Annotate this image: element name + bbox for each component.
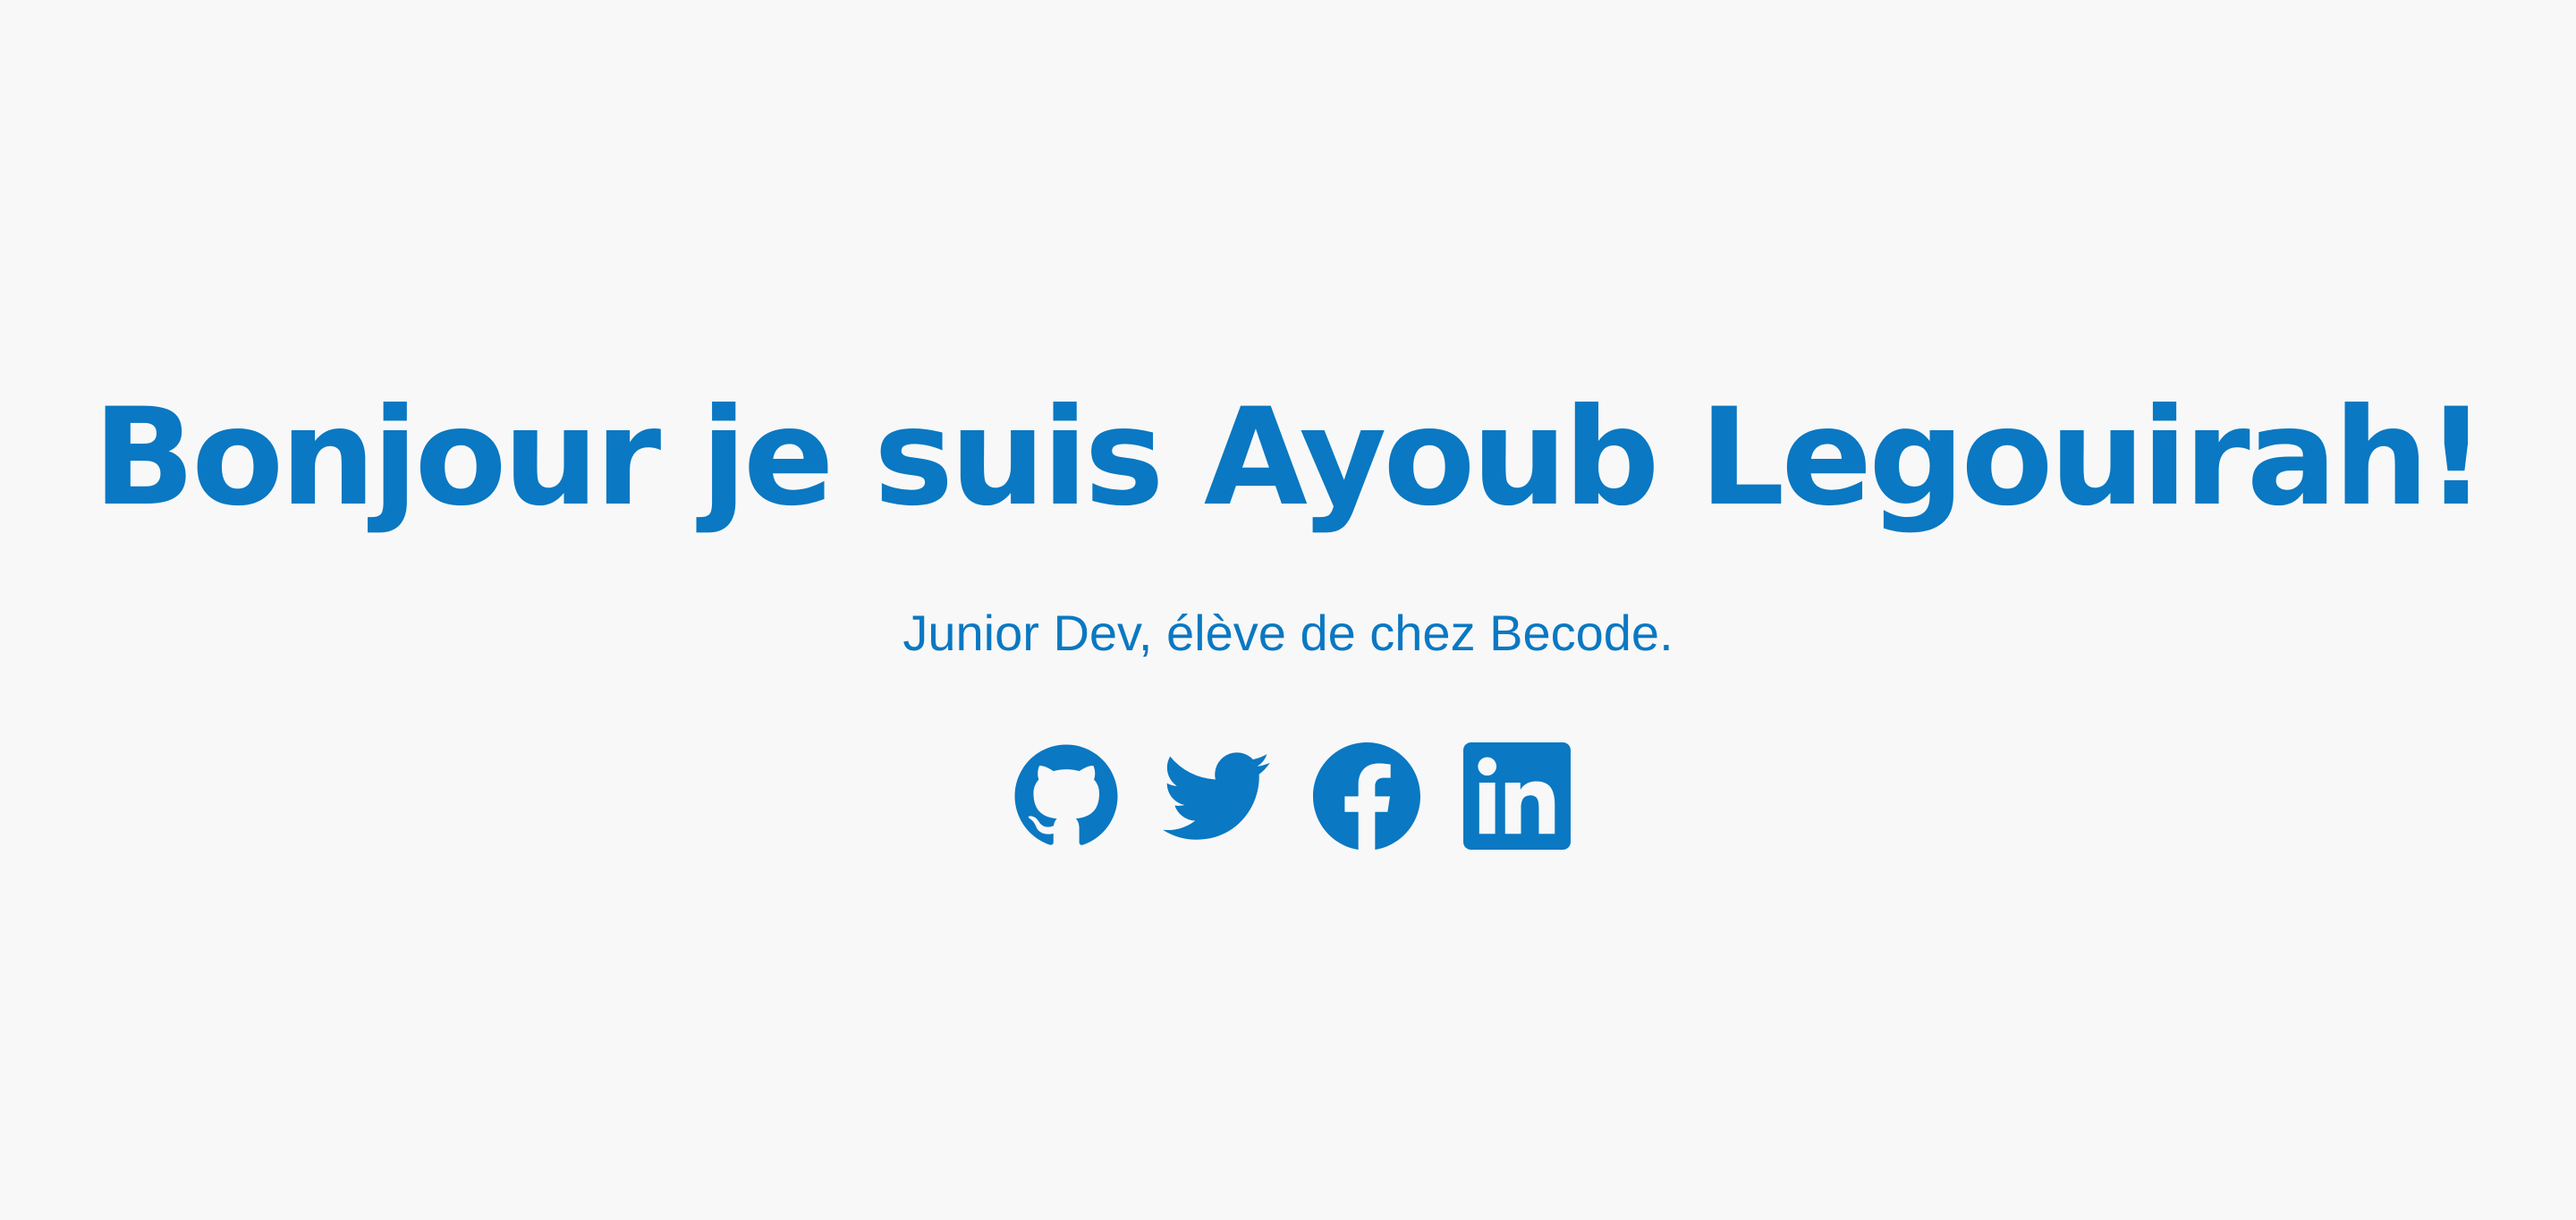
- social-links: [1013, 741, 1571, 851]
- facebook-icon: [1313, 742, 1420, 850]
- portfolio-page: Bonjour je suis Ayoub Legouirah! Junior …: [0, 0, 2576, 1220]
- twitter-icon: [1163, 752, 1270, 840]
- facebook-link[interactable]: [1313, 741, 1420, 851]
- linkedin-icon: [1463, 742, 1571, 850]
- linkedin-link[interactable]: [1463, 741, 1571, 851]
- github-icon: [1014, 744, 1118, 845]
- hero-headline: Bonjour je suis Ayoub Legouirah!: [92, 380, 2487, 536]
- hero-subtitle: Junior Dev, élève de chez Becode.: [902, 605, 1674, 661]
- twitter-link[interactable]: [1163, 741, 1270, 851]
- github-link[interactable]: [1013, 741, 1120, 851]
